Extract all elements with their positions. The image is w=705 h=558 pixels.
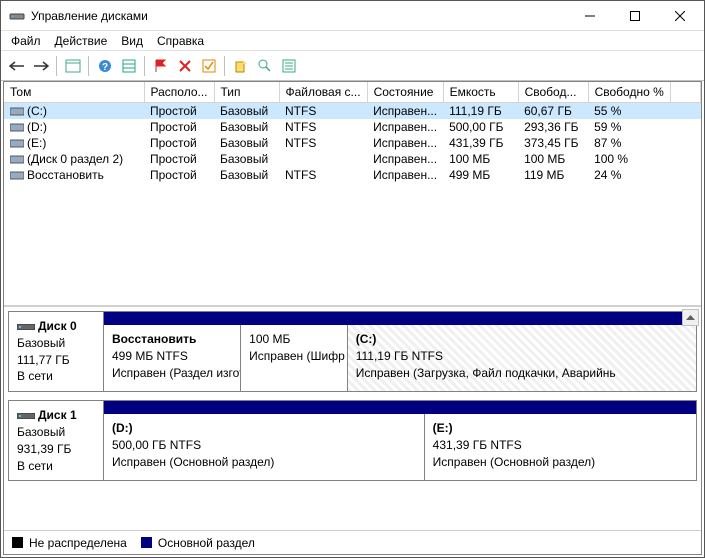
delete-icon[interactable] bbox=[173, 54, 196, 77]
legend-square-unalloc bbox=[12, 537, 23, 548]
partition[interactable]: (E:)431,39 ГБ NTFSИсправен (Основной раз… bbox=[424, 414, 696, 480]
content-area: Том Располо... Тип Файловая с... Состоян… bbox=[3, 81, 702, 555]
table-row[interactable]: (D:)ПростойБазовыйNTFSИсправен...500,00 … bbox=[4, 119, 701, 135]
scroll-up-icon[interactable] bbox=[682, 309, 699, 326]
partition[interactable]: (C:)111,19 ГБ NTFSИсправен (Загрузка, Фа… bbox=[347, 325, 696, 391]
disk-icon bbox=[10, 122, 24, 133]
window-title: Управление дисками bbox=[31, 9, 567, 23]
disk-graphic-pane[interactable]: Диск 0Базовый111,77 ГБВ сетиВосстановить… bbox=[4, 307, 701, 530]
menubar: Файл Действие Вид Справка bbox=[1, 31, 704, 51]
disk-row: Диск 1Базовый931,39 ГБВ сети(D:)500,00 Г… bbox=[8, 400, 697, 481]
table-row[interactable]: (E:)ПростойБазовыйNTFSИсправен...431,39 … bbox=[4, 135, 701, 151]
menu-view[interactable]: Вид bbox=[115, 32, 149, 50]
show-hide-icon[interactable] bbox=[61, 54, 84, 77]
volume-table: Том Располо... Тип Файловая с... Состоян… bbox=[4, 82, 701, 183]
menu-file[interactable]: Файл bbox=[5, 32, 47, 50]
close-button[interactable] bbox=[657, 1, 702, 30]
disk-icon bbox=[10, 106, 24, 117]
toolbar-separator bbox=[224, 56, 225, 76]
partition-color-bar bbox=[104, 401, 696, 414]
check-icon[interactable] bbox=[197, 54, 220, 77]
window: Управление дисками Файл Действие Вид Спр… bbox=[0, 0, 705, 558]
maximize-button[interactable] bbox=[612, 1, 657, 30]
legend-square-primary bbox=[141, 537, 152, 548]
col-free[interactable]: Свобод... bbox=[518, 82, 588, 103]
legend-unallocated: Не распределена bbox=[29, 536, 127, 550]
menu-action[interactable]: Действие bbox=[49, 32, 114, 50]
col-fs[interactable]: Файловая с... bbox=[279, 82, 367, 103]
partition[interactable]: 100 МБИсправен (Шифр bbox=[240, 325, 347, 391]
col-capacity[interactable]: Емкость bbox=[443, 82, 518, 103]
disk-icon bbox=[10, 170, 24, 181]
toolbar-separator bbox=[88, 56, 89, 76]
table-row[interactable]: (C:)ПростойБазовыйNTFSИсправен...111,19 … bbox=[4, 103, 701, 120]
col-layout[interactable]: Располо... bbox=[144, 82, 214, 103]
search-icon[interactable] bbox=[253, 54, 276, 77]
disk-icon bbox=[10, 138, 24, 149]
app-icon bbox=[9, 8, 25, 24]
table-row[interactable]: ВосстановитьПростойБазовыйNTFSИсправен..… bbox=[4, 167, 701, 183]
legend-primary: Основной раздел bbox=[158, 536, 255, 550]
menu-help[interactable]: Справка bbox=[151, 32, 210, 50]
forward-button[interactable] bbox=[29, 54, 52, 77]
volume-list-pane[interactable]: Том Располо... Тип Файловая с... Состоян… bbox=[4, 82, 701, 307]
disk-header[interactable]: Диск 0Базовый111,77 ГБВ сети bbox=[9, 312, 104, 391]
legend: Не распределена Основной раздел bbox=[4, 530, 701, 554]
help-icon[interactable]: ? bbox=[93, 54, 116, 77]
disk-icon bbox=[17, 413, 35, 419]
disk-icon bbox=[10, 154, 24, 165]
minimize-button[interactable] bbox=[567, 1, 612, 30]
new-icon[interactable] bbox=[229, 54, 252, 77]
col-freepct[interactable]: Свободно % bbox=[588, 82, 670, 103]
back-button[interactable] bbox=[5, 54, 28, 77]
partition[interactable]: Восстановить499 МБ NTFSИсправен (Раздел … bbox=[104, 325, 240, 391]
partition-color-bar bbox=[104, 312, 696, 325]
disk-row: Диск 0Базовый111,77 ГБВ сетиВосстановить… bbox=[8, 311, 697, 392]
toolbar: ? bbox=[1, 51, 704, 81]
disk-header[interactable]: Диск 1Базовый931,39 ГБВ сети bbox=[9, 401, 104, 480]
properties-icon[interactable] bbox=[277, 54, 300, 77]
toolbar-separator bbox=[56, 56, 57, 76]
table-row[interactable]: (Диск 0 раздел 2)ПростойБазовыйИсправен.… bbox=[4, 151, 701, 167]
window-controls bbox=[567, 1, 702, 30]
disk-icon bbox=[17, 324, 35, 330]
svg-text:?: ? bbox=[101, 62, 107, 73]
settings-button[interactable] bbox=[117, 54, 140, 77]
titlebar[interactable]: Управление дисками bbox=[1, 1, 704, 31]
partition[interactable]: (D:)500,00 ГБ NTFSИсправен (Основной раз… bbox=[104, 414, 424, 480]
toolbar-separator bbox=[144, 56, 145, 76]
flag-icon[interactable] bbox=[149, 54, 172, 77]
col-volume[interactable]: Том bbox=[4, 82, 144, 103]
col-spacer bbox=[670, 82, 700, 103]
col-status[interactable]: Состояние bbox=[367, 82, 443, 103]
col-type[interactable]: Тип bbox=[214, 82, 279, 103]
